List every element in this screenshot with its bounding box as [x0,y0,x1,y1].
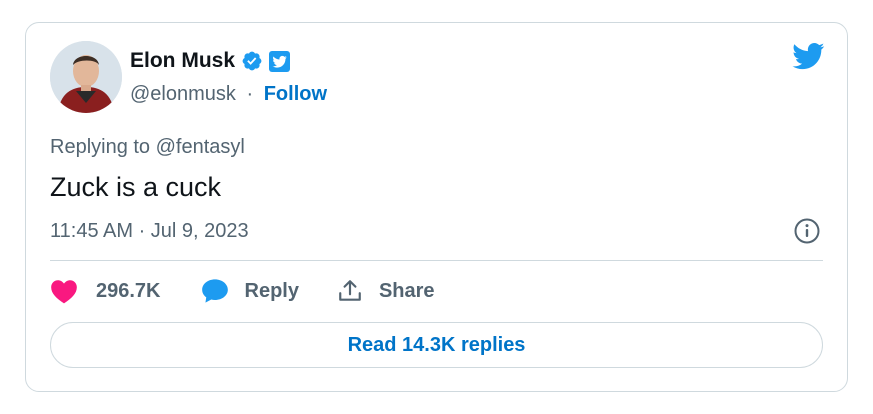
reply-button[interactable]: Reply [201,278,299,304]
action-bar: 296.7K Reply Share [50,278,435,304]
tweet-timestamp[interactable]: 11:45 AM · Jul 9, 2023 [50,220,249,243]
twitter-badge-icon [269,50,291,72]
like-count: 296.7K [96,279,161,302]
handle-separator: · [246,83,254,105]
follow-button[interactable]: Follow [264,83,327,105]
verified-badge-icon [241,50,263,72]
replying-to: Replying to @fentasyl [50,136,245,158]
share-button[interactable]: Share [337,278,435,304]
avatar[interactable] [50,41,122,113]
heart-icon [50,278,78,304]
info-icon[interactable] [793,217,821,250]
divider [50,260,823,261]
avatar-image [50,41,122,113]
twitter-bird-icon[interactable] [791,43,825,76]
share-label: Share [378,279,435,302]
comment-bubble-icon [201,278,229,304]
author-handle-row: @elonmusk · Follow [130,83,327,106]
author-handle[interactable]: @elonmusk [130,83,236,105]
like-button[interactable]: 296.7K [50,278,161,304]
tweet-text: Zuck is a cuck [50,172,222,202]
author-name-row: Elon Musk [130,49,291,73]
author-name[interactable]: Elon Musk [130,49,235,73]
reply-label: Reply [244,279,299,302]
read-replies-button[interactable]: Read 14.3K replies [50,322,823,368]
tweet-card: Elon Musk @elonmusk · Follow Replying to… [25,22,848,392]
share-upload-icon [337,278,363,304]
